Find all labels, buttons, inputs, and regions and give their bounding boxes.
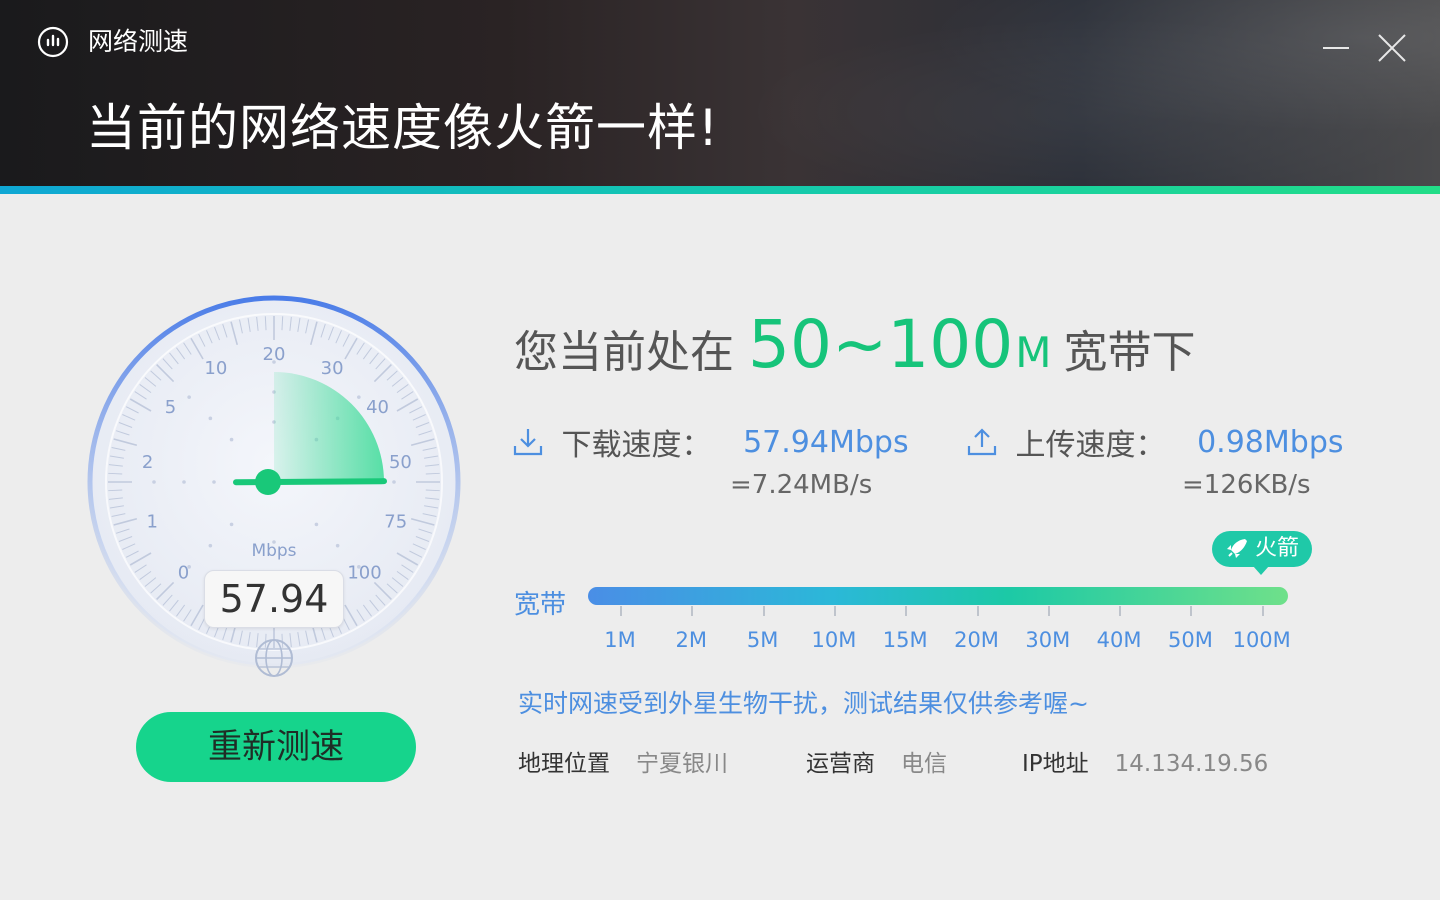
- bandwidth-tick: [620, 606, 622, 616]
- bandwidth-tick: [1190, 606, 1193, 616]
- bandwidth-tick-label: 20M: [954, 628, 999, 652]
- gauge-value-readout: 57.94: [204, 570, 344, 628]
- bandwidth-headline: 您当前处在 50~100M 宽带下: [514, 306, 1196, 396]
- gauge-grid-dot: [208, 416, 213, 421]
- header-banner: 网络测速 当前的网络速度像火箭一样!: [0, 0, 1440, 186]
- bandwidth-tick-label: 15M: [882, 628, 928, 652]
- location-value: 宁夏银川: [636, 751, 728, 777]
- gauge-tick-label: 2: [142, 452, 153, 473]
- download-bytes: =7.24MB/s: [730, 470, 873, 500]
- bandwidth-label: 宽带: [514, 590, 567, 620]
- upload-icon: [967, 428, 997, 456]
- bandwidth-tick-label: 100M: [1232, 628, 1291, 652]
- ip-info: IP地址 14.134.19.56: [1022, 744, 1268, 778]
- gauge-tick-label: 30: [321, 358, 344, 379]
- gauge-tick-label: 20: [263, 344, 286, 365]
- bandwidth-tick: [691, 606, 694, 616]
- rocket-level-badge: 火箭: [1212, 531, 1312, 567]
- bandwidth-tick-label: 1M: [604, 628, 636, 652]
- headline-unit: M: [1015, 328, 1052, 377]
- gauge-tick-label: 40: [366, 397, 389, 418]
- gauge-grid-dot: [314, 522, 319, 527]
- bandwidth-tick: [976, 606, 979, 616]
- gauge-tick-label: 0: [178, 563, 189, 584]
- badge-pointer: [1253, 566, 1269, 575]
- upload-value: 0.98Mbps: [1197, 424, 1344, 460]
- upload-label: 上传速度：: [1015, 428, 1166, 463]
- speedometer-logo-icon: [37, 26, 69, 58]
- gauge-grid-dot: [152, 480, 156, 484]
- close-button[interactable]: [1376, 32, 1408, 64]
- bandwidth-tick-label: 10M: [811, 628, 857, 652]
- isp-value: 电信: [901, 751, 947, 777]
- gauge-grid-dot: [392, 480, 396, 484]
- app-title: 网络测速: [88, 27, 189, 56]
- gauge-grid-dot: [208, 543, 213, 548]
- headline-range: 50~100: [748, 306, 1014, 383]
- headline-prefix: 您当前处在: [514, 327, 734, 378]
- header-accent-line: [0, 186, 1440, 194]
- banner-message: 当前的网络速度像火箭一样!: [86, 99, 720, 157]
- gauge-tick-label: 10: [204, 358, 227, 379]
- headline-suffix: 宽带下: [1063, 327, 1196, 378]
- bandwidth-scale-bar: [588, 587, 1288, 605]
- gauge-grid-dot: [229, 522, 234, 527]
- download-value: 57.94Mbps: [743, 424, 909, 460]
- retest-button[interactable]: 重新测速: [136, 712, 416, 782]
- gauge-tick-label: 50: [389, 452, 412, 473]
- gauge-tick-label: 100: [347, 563, 381, 584]
- bandwidth-tick: [1261, 606, 1264, 616]
- header-background-art: [680, 0, 1440, 186]
- gauge-grid-dot: [212, 480, 216, 484]
- gauge-grid-dot: [229, 437, 234, 442]
- bandwidth-tick-label: 30M: [1025, 628, 1071, 652]
- bandwidth-tick: [905, 606, 908, 616]
- bandwidth-tick: [833, 606, 836, 616]
- bandwidth-tick-label: 5M: [746, 628, 779, 652]
- speed-gauge: 0 1 2 5 10 20 30 40 50 75 100 Mbps: [87, 295, 461, 677]
- gauge-tick-label: 75: [384, 512, 407, 533]
- bandwidth-tick-label: 2M: [675, 628, 708, 652]
- gauge-unit-label: Mbps: [251, 541, 296, 561]
- upload-speed-row: 上传速度： 0.98Mbps: [966, 420, 1344, 463]
- gauge-grid-dot: [187, 395, 191, 399]
- bandwidth-ticks: [588, 606, 1288, 618]
- bandwidth-tick-label: 50M: [1167, 628, 1213, 652]
- location-label: 地理位置: [518, 751, 610, 777]
- ip-label: IP地址: [1022, 751, 1089, 777]
- ip-value: 14.134.19.56: [1114, 751, 1269, 777]
- bandwidth-tick: [1047, 606, 1050, 616]
- download-label: 下载速度：: [561, 428, 712, 463]
- gauge-grid-dot: [335, 543, 340, 548]
- gauge-grid-dot: [357, 395, 361, 399]
- disclaimer-notice: 实时网速受到外星生物干扰，测试结果仅供参考喔~: [518, 689, 1089, 718]
- gauge-tick-label: 1: [147, 512, 158, 533]
- badge-label: 火箭: [1254, 536, 1299, 561]
- gauge-needle-hub: [255, 469, 281, 495]
- location-info: 地理位置 宁夏银川: [518, 744, 728, 778]
- bandwidth-tick: [1119, 606, 1122, 616]
- bandwidth-tick: [762, 606, 765, 616]
- minimize-button[interactable]: [1320, 32, 1352, 64]
- isp-info: 运营商 电信: [806, 744, 947, 778]
- bandwidth-tick-label: 40M: [1096, 628, 1142, 652]
- gauge-grid-dot: [182, 480, 186, 484]
- download-icon: [513, 429, 543, 456]
- rocket-icon: [1226, 539, 1247, 558]
- upload-bytes: =126KB/s: [1182, 470, 1311, 500]
- gauge-tick-label: 5: [165, 397, 176, 418]
- download-speed-row: 下载速度： 57.94Mbps: [512, 420, 909, 463]
- isp-label: 运营商: [806, 751, 875, 777]
